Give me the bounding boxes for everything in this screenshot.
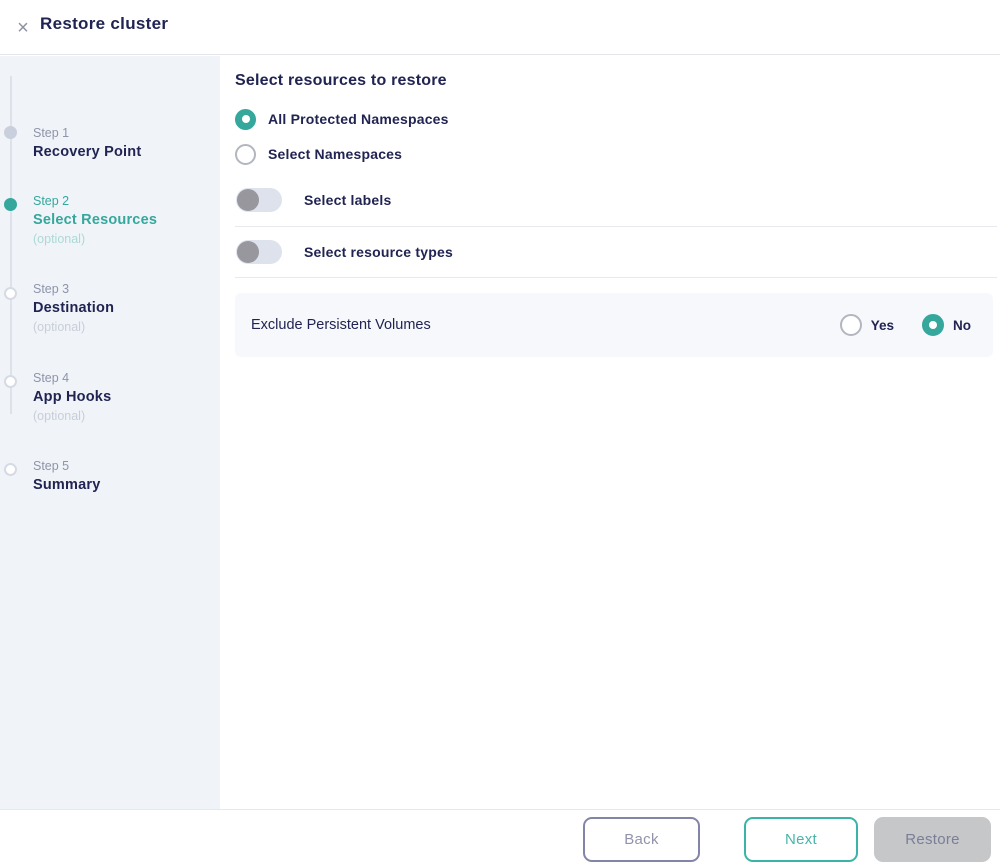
step-3-circle-icon xyxy=(4,287,17,300)
step-optional-tag: (optional) xyxy=(33,230,213,249)
radio-label: No xyxy=(953,318,971,333)
step-label: Step 3 xyxy=(33,280,213,298)
sidebar-step-destination[interactable]: Step 3 Destination (optional) xyxy=(33,280,213,337)
radio-no[interactable]: No xyxy=(922,314,971,336)
step-title: App Hooks xyxy=(33,387,213,407)
sidebar-step-recovery-point[interactable]: Step 1 Recovery Point xyxy=(33,124,213,162)
step-1-circle-icon xyxy=(4,126,17,139)
step-label: Step 2 xyxy=(33,192,213,210)
dialog-header: × Restore cluster xyxy=(0,0,1000,55)
radio-yes[interactable]: Yes xyxy=(840,314,894,336)
radio-select-namespaces[interactable]: Select Namespaces xyxy=(235,143,402,165)
step-title: Destination xyxy=(33,298,213,318)
radio-selected-icon[interactable] xyxy=(922,314,944,336)
toggle-knob xyxy=(237,189,259,211)
exclude-panel-label: Exclude Persistent Volumes xyxy=(251,317,431,333)
step-label: Step 1 xyxy=(33,124,213,142)
back-button[interactable]: Back xyxy=(583,817,700,862)
wizard-stepper-sidebar: Step 1 Recovery Point Step 2 Select Reso… xyxy=(0,56,220,809)
step-label: Step 4 xyxy=(33,369,213,387)
dialog-title: Restore cluster xyxy=(40,14,168,34)
radio-all-protected-namespaces[interactable]: All Protected Namespaces xyxy=(235,108,449,130)
step-content-area: Select resources to restore All Protecte… xyxy=(220,56,1000,809)
step-title: Recovery Point xyxy=(33,142,213,162)
step-2-circle-icon xyxy=(4,198,17,211)
radio-label: Yes xyxy=(871,318,894,333)
step-title: Summary xyxy=(33,475,213,495)
radio-label: All Protected Namespaces xyxy=(268,111,449,127)
toggle-select-resource-types[interactable]: Select resource types xyxy=(236,240,453,264)
divider xyxy=(235,226,997,227)
step-4-circle-icon xyxy=(4,375,17,388)
sidebar-step-app-hooks[interactable]: Step 4 App Hooks (optional) xyxy=(33,369,213,426)
radio-selected-icon[interactable] xyxy=(235,109,256,130)
step-optional-tag: (optional) xyxy=(33,318,213,337)
radio-unselected-icon[interactable] xyxy=(235,144,256,165)
restore-cluster-dialog: × Restore cluster Step 1 Recovery Point … xyxy=(0,0,1000,868)
toggle-off-icon[interactable] xyxy=(236,188,282,212)
close-icon[interactable]: × xyxy=(10,15,36,41)
step-label: Step 5 xyxy=(33,457,213,475)
next-button[interactable]: Next xyxy=(744,817,858,862)
step-title: Select Resources xyxy=(33,210,213,230)
toggle-label: Select resource types xyxy=(304,244,453,260)
restore-button[interactable]: Restore xyxy=(874,817,991,862)
step-optional-tag: (optional) xyxy=(33,407,213,426)
content-heading: Select resources to restore xyxy=(235,72,447,90)
radio-unselected-icon[interactable] xyxy=(840,314,862,336)
exclude-persistent-volumes-panel: Exclude Persistent Volumes Yes No xyxy=(235,293,993,357)
divider xyxy=(235,277,997,278)
toggle-off-icon[interactable] xyxy=(236,240,282,264)
toggle-knob xyxy=(237,241,259,263)
sidebar-step-summary[interactable]: Step 5 Summary xyxy=(33,457,213,495)
toggle-select-labels[interactable]: Select labels xyxy=(236,188,391,212)
dialog-footer: Back Next Restore xyxy=(0,809,1000,868)
sidebar-step-select-resources[interactable]: Step 2 Select Resources (optional) xyxy=(33,192,213,249)
radio-label: Select Namespaces xyxy=(268,146,402,162)
step-5-circle-icon xyxy=(4,463,17,476)
toggle-label: Select labels xyxy=(304,192,391,208)
yes-no-radio-group: Yes No xyxy=(812,314,971,336)
